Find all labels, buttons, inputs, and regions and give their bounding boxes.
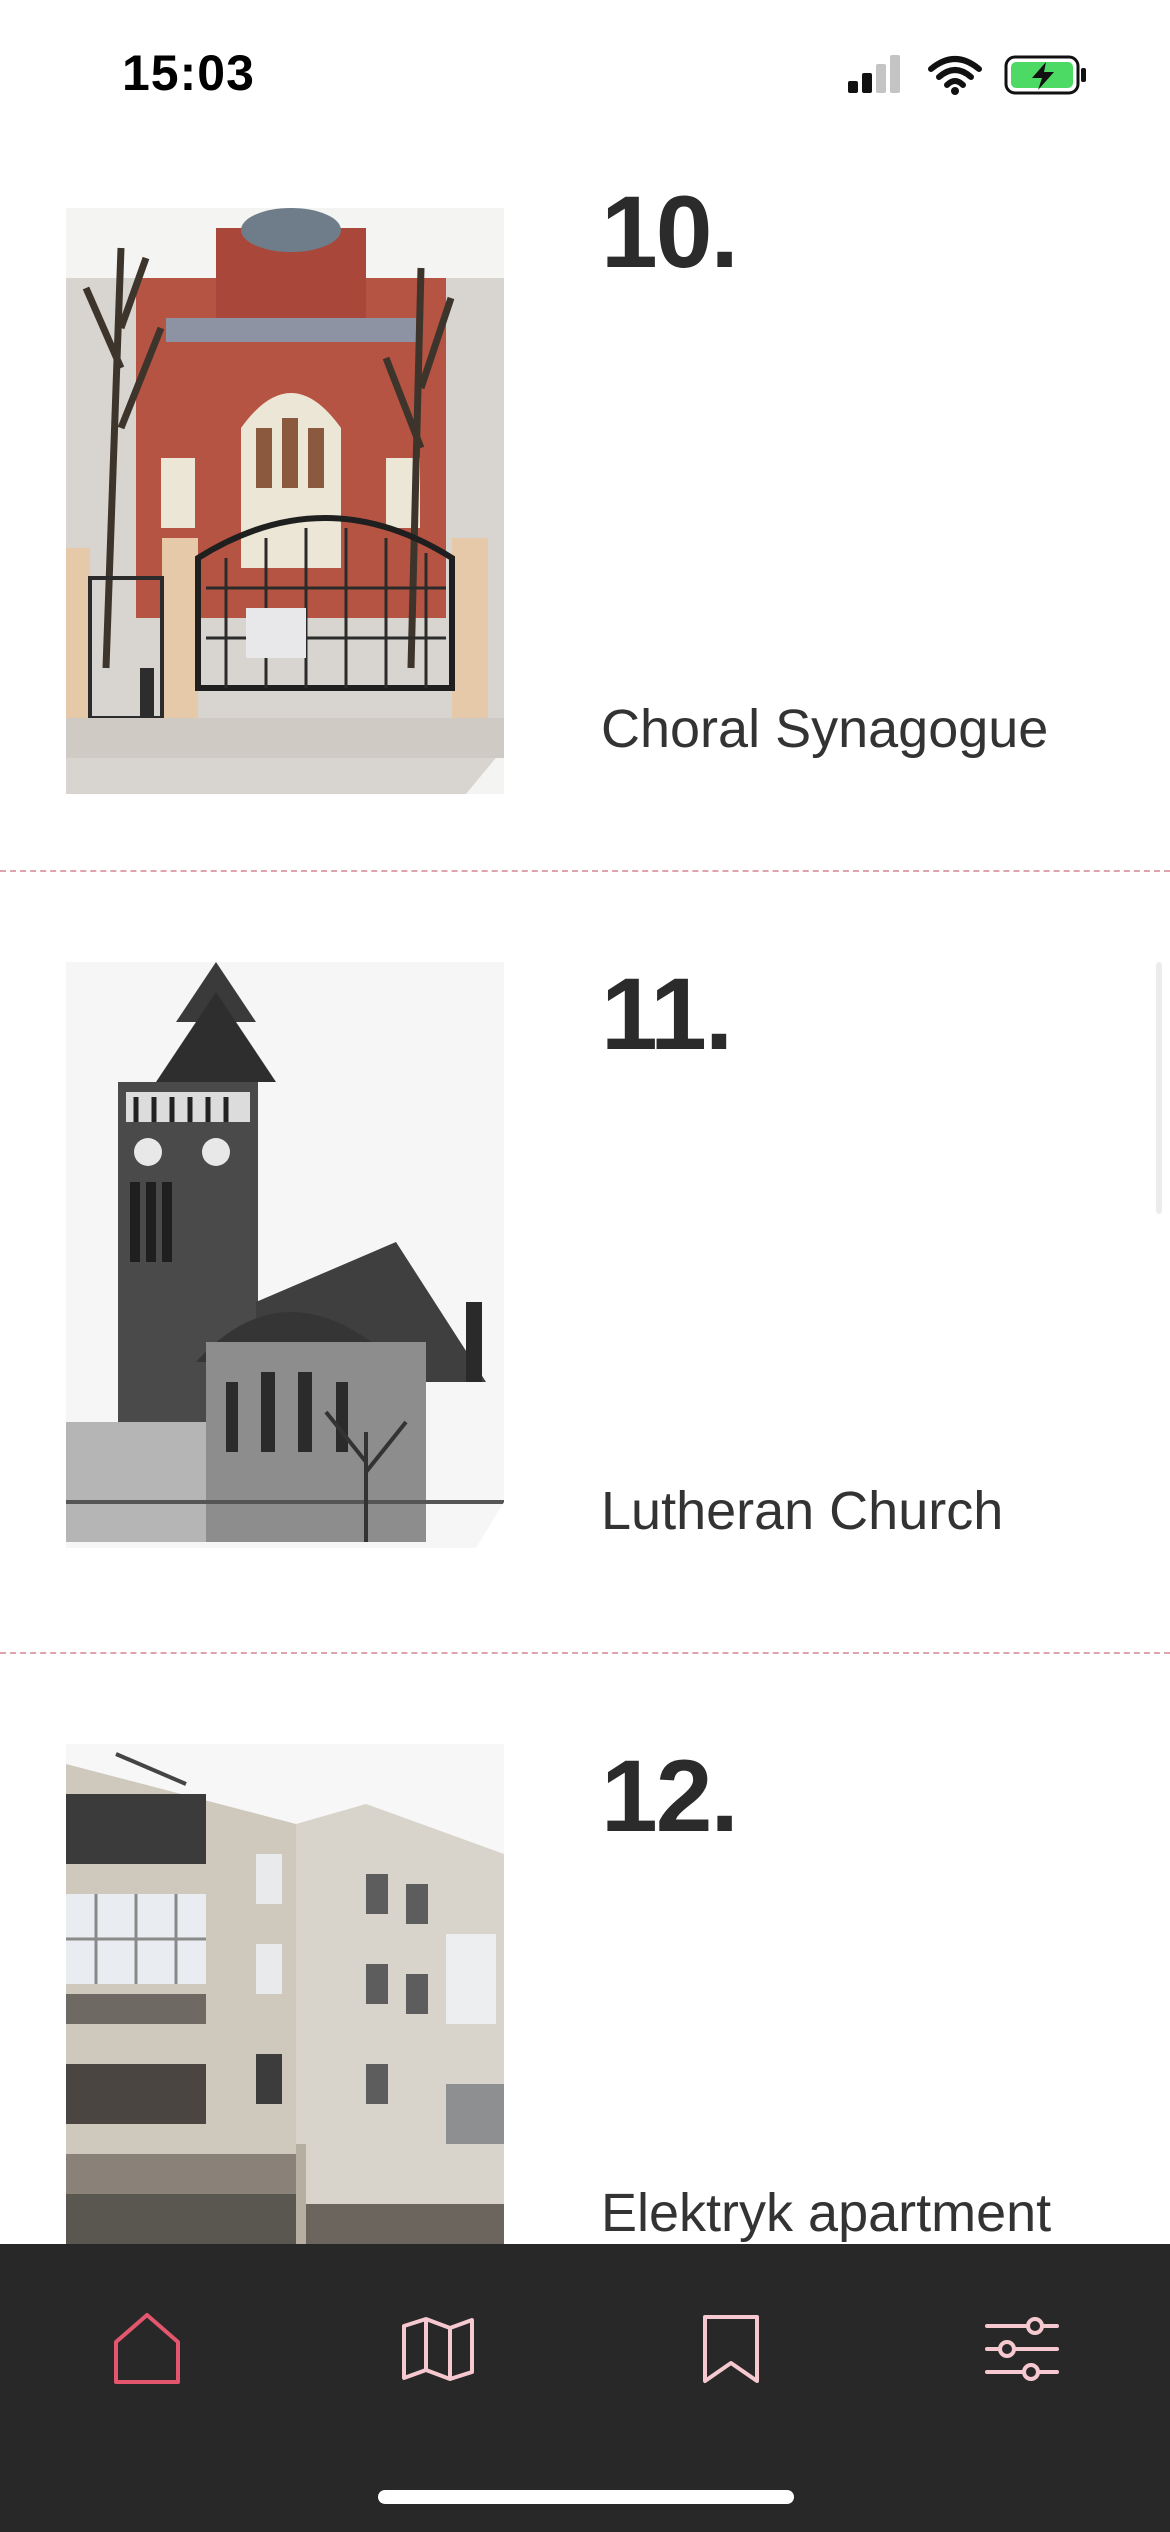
home-icon xyxy=(112,2312,182,2391)
choral-synagogue-photo xyxy=(66,208,504,794)
tab-bar xyxy=(0,2244,1170,2532)
list-item-choral-synagogue[interactable]: 10. Choral Synagogue xyxy=(0,88,1170,870)
wifi-icon xyxy=(928,55,982,100)
battery-charging-icon xyxy=(1004,54,1088,101)
scroll-indicator[interactable] xyxy=(1156,962,1162,1214)
map-icon xyxy=(401,2316,475,2387)
entry-number: 12. xyxy=(601,1739,739,1853)
entry-title: Elektryk apartment xyxy=(601,2183,1052,2243)
tab-bookmarks[interactable] xyxy=(676,2296,786,2406)
list-item-lutheran-church[interactable]: 11. Lutheran Church xyxy=(0,870,1170,1652)
tab-home[interactable] xyxy=(92,2296,202,2406)
sliders-icon xyxy=(985,2316,1059,2387)
list-divider xyxy=(0,1652,1170,1654)
elektryk-apartment-photo xyxy=(66,1744,504,2330)
tab-settings[interactable] xyxy=(967,2296,1077,2406)
bookmark-icon xyxy=(701,2313,761,2390)
entry-number: 10. xyxy=(601,175,739,289)
entry-title: Choral Synagogue xyxy=(601,699,1049,759)
home-indicator[interactable] xyxy=(378,2490,794,2504)
status-bar: 15:03 xyxy=(0,0,1170,130)
lutheran-church-photo xyxy=(66,962,504,1548)
status-icons xyxy=(848,54,1088,101)
status-time: 15:03 xyxy=(122,45,255,101)
tab-map[interactable] xyxy=(383,2296,493,2406)
entry-title: Lutheran Church xyxy=(601,1481,1004,1541)
cellular-signal-icon xyxy=(848,55,906,100)
entry-number: 11. xyxy=(601,957,733,1071)
list-divider xyxy=(0,870,1170,872)
